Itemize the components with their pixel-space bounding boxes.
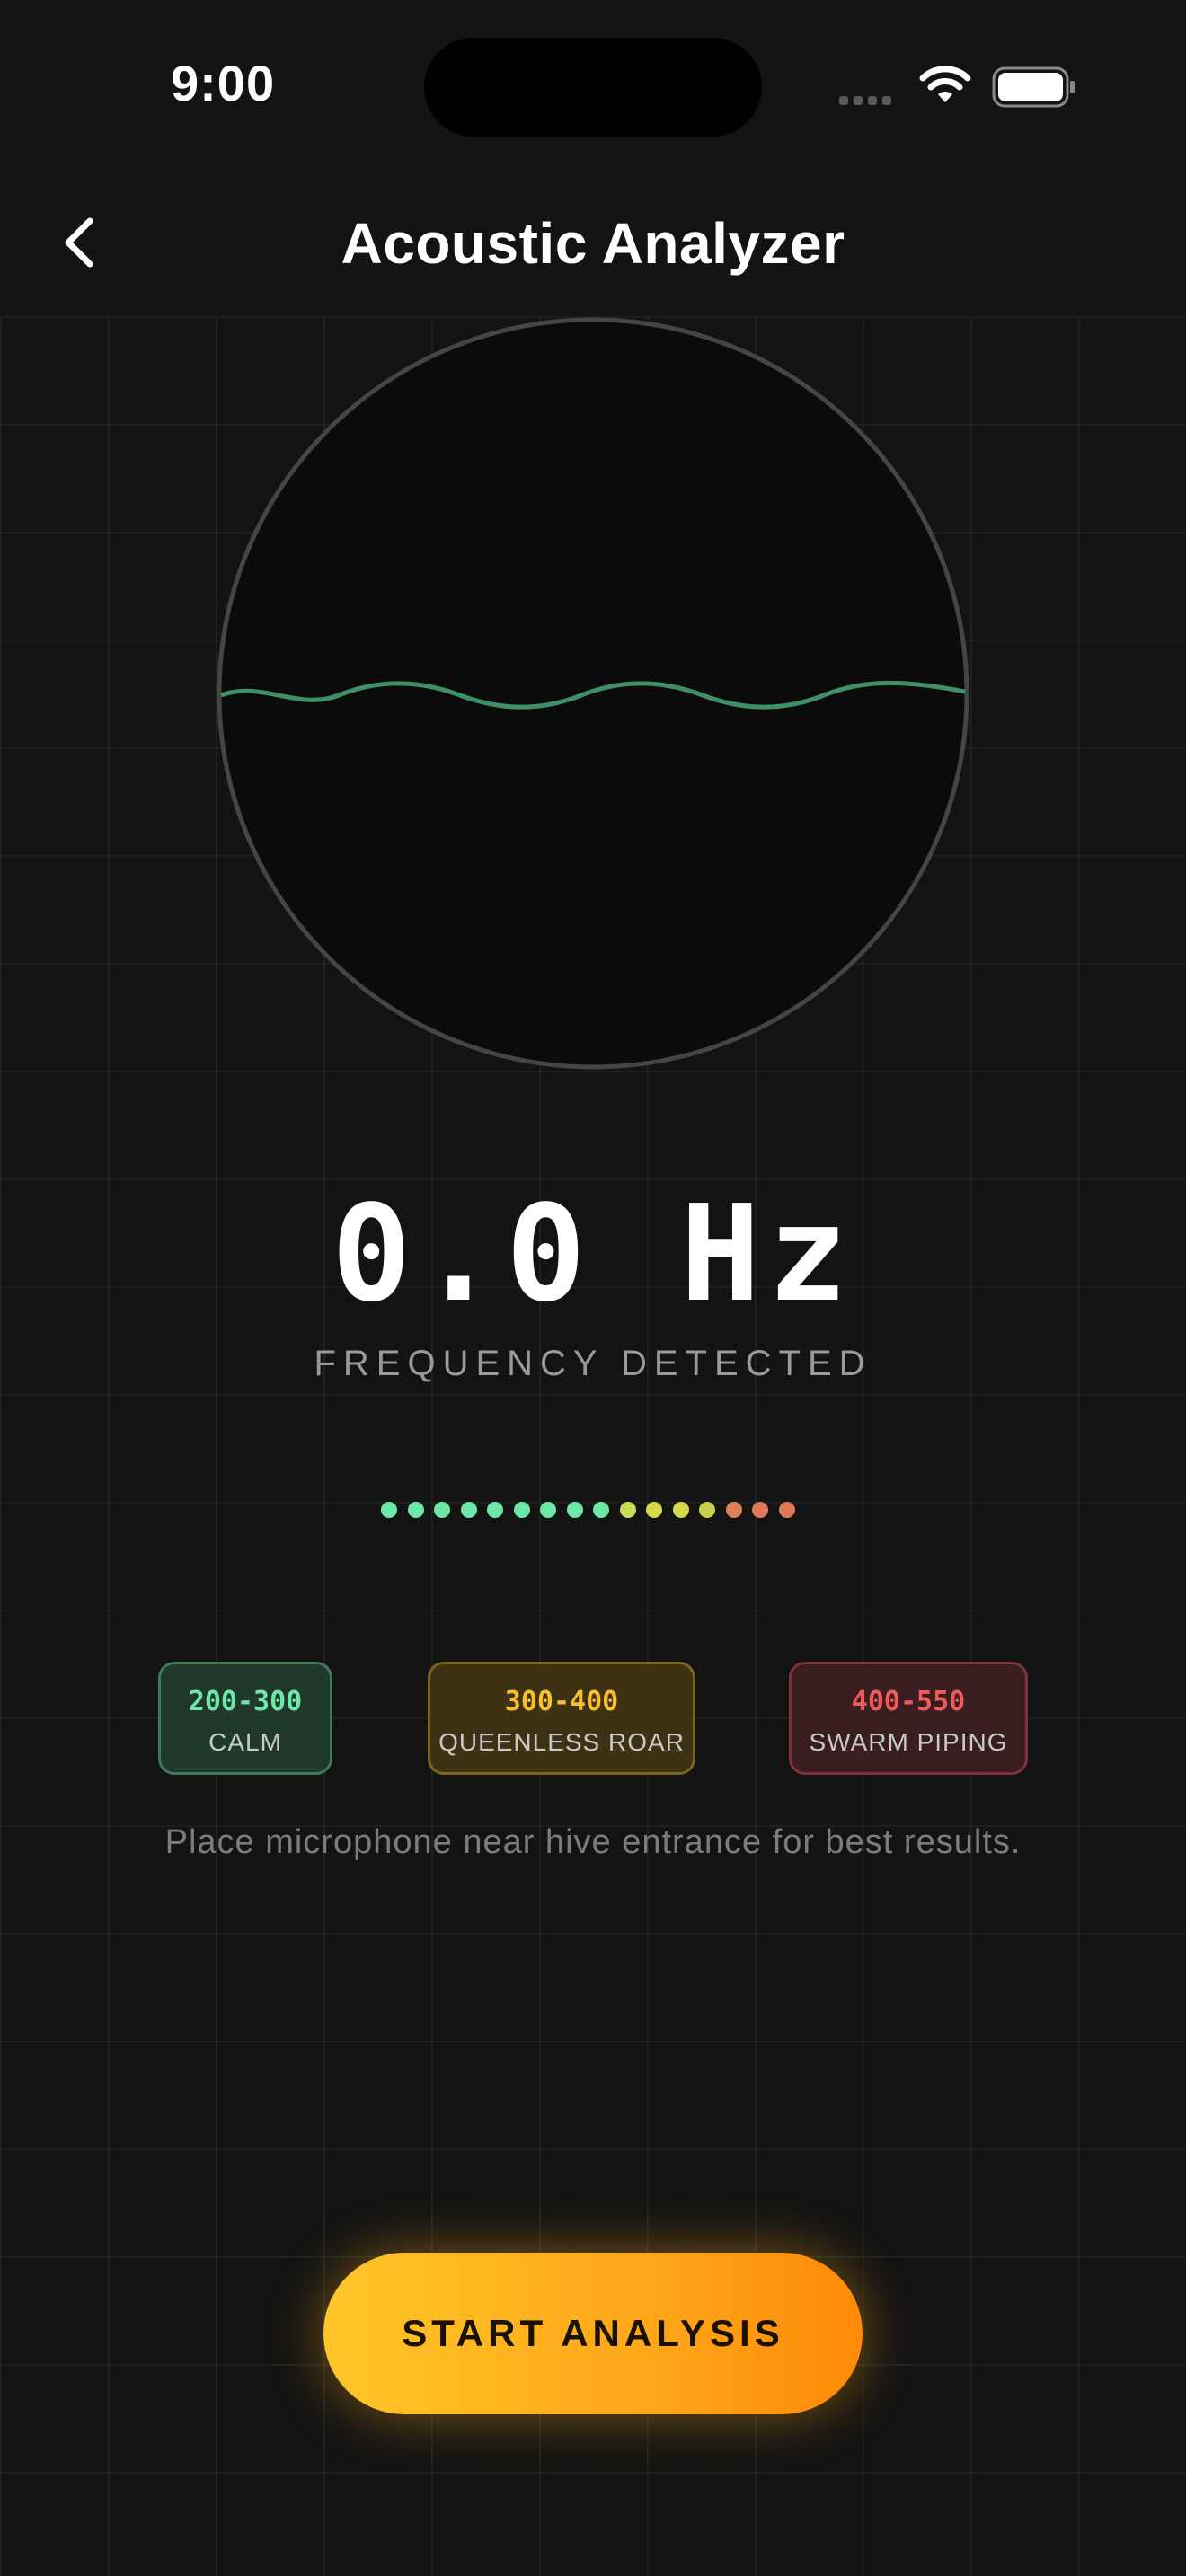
range-chip-queenless: 300-400 QUEENLESS ROAR xyxy=(428,1662,695,1775)
level-dot xyxy=(593,1502,609,1518)
range-name: SWARM PIPING xyxy=(809,1728,1008,1756)
battery-icon xyxy=(992,66,1075,108)
range-chip-swarm: 400-550 SWARM PIPING xyxy=(789,1662,1028,1775)
level-dot xyxy=(487,1502,503,1518)
level-dot xyxy=(540,1502,556,1518)
level-dot xyxy=(646,1502,662,1518)
level-dot xyxy=(752,1502,768,1518)
level-dot xyxy=(381,1502,397,1518)
level-dot xyxy=(699,1502,715,1518)
app-header: Acoustic Analyzer xyxy=(0,171,1186,318)
level-dot xyxy=(725,1502,742,1518)
range-chip-calm: 200-300 CALM xyxy=(158,1662,332,1775)
range-name: QUEENLESS ROAR xyxy=(438,1728,685,1756)
status-time: 9:00 xyxy=(171,55,276,111)
level-dot xyxy=(672,1502,689,1518)
level-dot xyxy=(513,1502,530,1518)
start-analysis-button[interactable]: START ANALYSIS xyxy=(323,2253,863,2414)
level-dot xyxy=(778,1502,795,1518)
range-value: 200-300 xyxy=(188,1686,303,1717)
frequency-label: FREQUENCY DETECTED xyxy=(314,1344,872,1383)
range-value: 300-400 xyxy=(504,1686,619,1717)
frequency-value: 0.0 Hz xyxy=(331,1177,855,1331)
page-title: Acoustic Analyzer xyxy=(341,211,845,276)
range-value: 400-550 xyxy=(851,1686,966,1717)
cellular-signal-icon xyxy=(839,93,897,110)
placement-hint: Place microphone near hive entrance for … xyxy=(164,1823,1022,1861)
waveform-scope xyxy=(217,317,969,1070)
wifi-icon xyxy=(919,66,971,102)
level-dot xyxy=(434,1502,450,1518)
level-dot xyxy=(460,1502,477,1518)
level-dot xyxy=(566,1502,583,1518)
dynamic-island xyxy=(424,38,762,137)
range-name: CALM xyxy=(208,1728,282,1756)
status-bar: 9:00 xyxy=(0,0,1186,171)
level-dot xyxy=(619,1502,636,1518)
level-dot xyxy=(407,1502,424,1518)
